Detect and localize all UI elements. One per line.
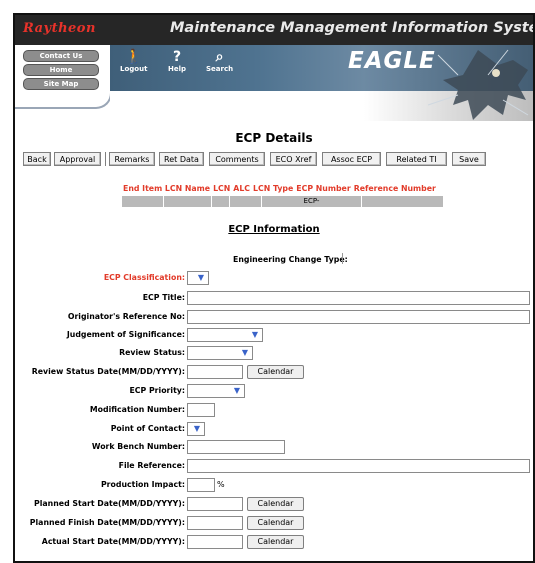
- col-ecp-number: ECP Number: [296, 184, 351, 193]
- originator-reference-input[interactable]: [187, 310, 530, 324]
- ecp-grid-header: End Item LCN Name LCN ALC LCN Type ECP Numbe…: [123, 184, 439, 193]
- ecp-priority-label: ECP Priority:: [129, 386, 185, 395]
- remarks-button[interactable]: Remarks: [109, 152, 155, 166]
- ecp-priority-select[interactable]: ▼: [187, 384, 245, 398]
- modification-number-input[interactable]: [187, 403, 215, 417]
- actual-start-date-input[interactable]: [187, 535, 243, 549]
- help-button[interactable]: ? Help: [168, 49, 186, 73]
- cell-end-item-lcn-name: [122, 196, 164, 207]
- point-of-contact-label: Point of Contact:: [110, 424, 185, 433]
- ret-data-button[interactable]: Ret Data: [159, 152, 204, 166]
- production-impact-input[interactable]: [187, 478, 215, 492]
- cell-ecp-number: ECP-: [262, 196, 362, 207]
- cell-alc: [212, 196, 230, 207]
- review-status-label: Review Status:: [119, 348, 185, 357]
- judgement-of-significance-select[interactable]: ▼: [187, 328, 263, 342]
- planned-start-date-calendar-button[interactable]: Calendar: [247, 497, 304, 511]
- divider: [105, 152, 106, 166]
- production-impact-label: Production Impact:: [100, 480, 185, 489]
- related-ti-button[interactable]: Related TI: [386, 152, 447, 166]
- review-status-date-calendar-button[interactable]: Calendar: [247, 365, 304, 379]
- left-nav-panel: Contact Us Home Site Map: [15, 45, 112, 109]
- engineering-change-type-value: [342, 253, 343, 264]
- action-button-bar: Back Approval Remarks Ret Data Comments …: [23, 152, 533, 167]
- col-lcn-type: LCN Type: [253, 184, 294, 193]
- help-label: Help: [168, 65, 187, 73]
- approval-button[interactable]: Approval: [54, 152, 101, 166]
- chevron-down-icon: ▼: [251, 330, 259, 339]
- col-lcn: LCN: [213, 184, 231, 193]
- planned-finish-date-label: Planned Finish Date(MM/DD/YYYY):: [29, 518, 185, 527]
- search-icon: ⌕: [215, 49, 224, 65]
- eagle-image: [427, 49, 529, 120]
- back-button[interactable]: Back: [23, 152, 51, 166]
- work-bench-number-input[interactable]: [187, 440, 285, 454]
- col-end-item-lcn-name: End Item LCN Name: [123, 184, 211, 193]
- review-status-date-input[interactable]: [187, 365, 243, 379]
- page-title: ECP Details: [235, 131, 313, 145]
- actual-start-date-calendar-button[interactable]: Calendar: [247, 535, 304, 549]
- logout-label: Logout: [120, 65, 148, 73]
- file-reference-input[interactable]: [187, 459, 530, 473]
- comments-button[interactable]: Comments: [209, 152, 265, 166]
- nav-site-map[interactable]: Site Map: [23, 78, 99, 90]
- engineering-change-type-label: Engineering Change Type:: [233, 255, 348, 264]
- cell-reference-number: [362, 196, 444, 207]
- review-status-date-label: Review Status Date(MM/DD/YYYY):: [31, 367, 185, 376]
- nav-contact-us[interactable]: Contact Us: [23, 50, 99, 62]
- ecp-classification-label: ECP Classification:: [103, 273, 185, 282]
- assoc-ecp-button[interactable]: Assoc ECP: [322, 152, 381, 166]
- chevron-down-icon: ▼: [233, 386, 241, 395]
- header: Raytheon Maintenance Management Informat…: [15, 15, 533, 121]
- ecp-title-label: ECP Title:: [142, 293, 185, 302]
- cell-lcn-type: [230, 196, 262, 207]
- cell-lcn: [164, 196, 212, 207]
- chevron-down-icon: ▼: [197, 273, 205, 282]
- judgement-of-significance-label: Judgement of Significance:: [66, 330, 185, 339]
- col-reference-number: Reference Number: [353, 184, 436, 193]
- app-window: Raytheon Maintenance Management Informat…: [13, 13, 535, 563]
- work-bench-number-label: Work Bench Number:: [91, 442, 185, 451]
- originator-reference-label: Originator's Reference No:: [67, 312, 185, 321]
- save-button[interactable]: Save: [452, 152, 486, 166]
- search-button[interactable]: ⌕ Search: [206, 49, 233, 73]
- logout-button[interactable]: 🚶 Logout: [120, 49, 147, 73]
- actual-start-date-label: Actual Start Date(MM/DD/YYYY):: [41, 537, 185, 546]
- planned-start-date-input[interactable]: [187, 497, 243, 511]
- planned-finish-date-input[interactable]: [187, 516, 243, 530]
- ecp-classification-select[interactable]: ▼: [187, 271, 209, 285]
- file-reference-label: File Reference:: [118, 461, 185, 470]
- modification-number-label: Modification Number:: [89, 405, 185, 414]
- section-title: ECP Information: [228, 224, 320, 235]
- chevron-down-icon: ▼: [241, 348, 249, 357]
- ecp-title-input[interactable]: [187, 291, 530, 305]
- planned-start-date-label: Planned Start Date(MM/DD/YYYY):: [34, 499, 185, 508]
- review-status-select[interactable]: ▼: [187, 346, 253, 360]
- help-icon: ?: [172, 49, 182, 65]
- eco-xref-button[interactable]: ECO Xref: [270, 152, 317, 166]
- percent-sign: %: [217, 480, 225, 489]
- brand-bar: Raytheon Maintenance Management Informat…: [15, 15, 533, 45]
- search-label: Search: [206, 65, 234, 73]
- logout-icon: 🚶: [124, 49, 143, 65]
- col-alc: ALC: [233, 184, 251, 193]
- point-of-contact-select[interactable]: ▼: [187, 422, 205, 436]
- planned-finish-date-calendar-button[interactable]: Calendar: [247, 516, 304, 530]
- app-title: Maintenance Management Information Syste…: [170, 20, 535, 36]
- brand-logo: Raytheon: [23, 21, 96, 36]
- nav-home[interactable]: Home: [23, 64, 99, 76]
- chevron-down-icon: ▼: [193, 424, 201, 433]
